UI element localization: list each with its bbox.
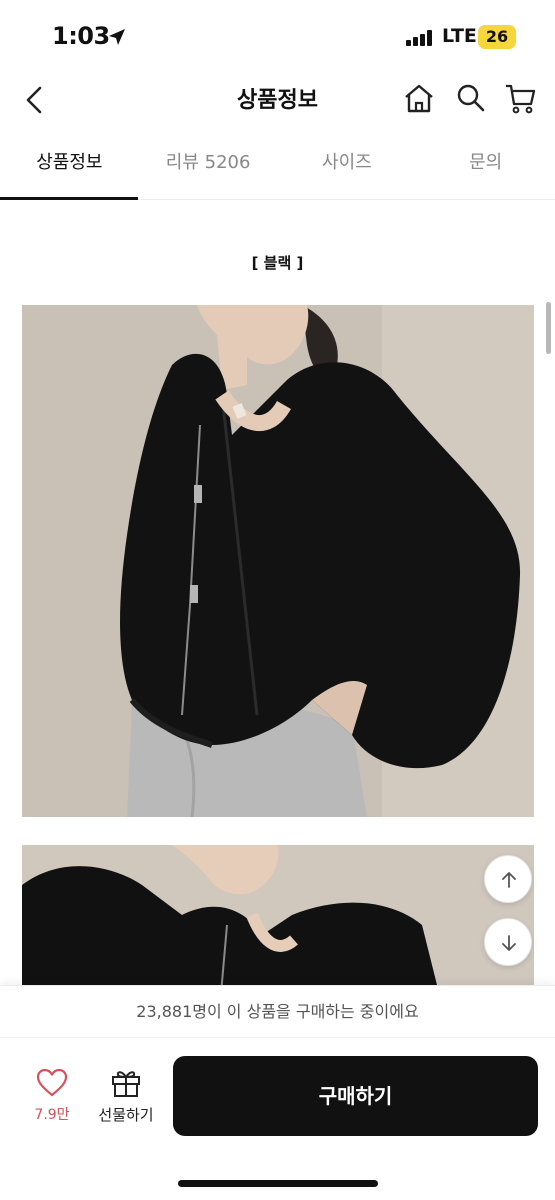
gift-label: 선물하기 [98,1106,154,1124]
like-count: 7.9만 [34,1107,70,1123]
home-indicator[interactable] [178,1180,378,1187]
product-image-1 [22,305,534,817]
purchase-notice: 23,881명이 이 상품을 구매하는 중이에요 [0,985,555,1037]
active-tab-indicator [0,197,138,200]
color-caption: [ 블랙 ] [251,254,304,272]
scroll-up-button[interactable] [484,855,532,903]
search-icon[interactable] [453,80,489,116]
product-image-2 [22,845,534,1005]
product-photo-illustration-2 [22,845,534,1005]
status-time: 1:03 [52,22,110,50]
tab-size[interactable]: 사이즈 [278,130,417,200]
product-photo-illustration [22,305,534,817]
cart-icon[interactable] [503,80,539,116]
scrollbar-thumb[interactable] [546,302,551,354]
tab-reviews[interactable]: 리뷰 5206 [139,130,278,200]
heart-icon [36,1068,68,1097]
network-type: LTE [442,25,477,47]
buy-button[interactable]: 구매하기 [173,1056,538,1136]
location-arrow-icon [109,29,125,45]
arrow-down-icon [502,935,516,951]
product-tabs: 상품정보 리뷰 5206 사이즈 문의 [0,130,555,200]
signal-icon [406,30,434,46]
like-button[interactable]: 7.9만 [24,1068,80,1128]
status-bar: 1:03 LTE 26 [0,0,555,70]
scroll-down-button[interactable] [484,918,532,966]
tab-product-info[interactable]: 상품정보 [0,130,139,200]
app-header: 상품정보 [0,70,555,130]
battery-indicator: 26 [478,25,516,49]
gift-icon [112,1071,140,1097]
tab-inquiry[interactable]: 문의 [416,130,555,200]
gift-button[interactable]: 선물하기 [92,1068,160,1128]
arrow-up-icon [502,872,516,888]
bottom-action-bar: 7.9만 선물하기 구매하기 [0,1037,555,1200]
home-icon[interactable] [401,80,437,116]
